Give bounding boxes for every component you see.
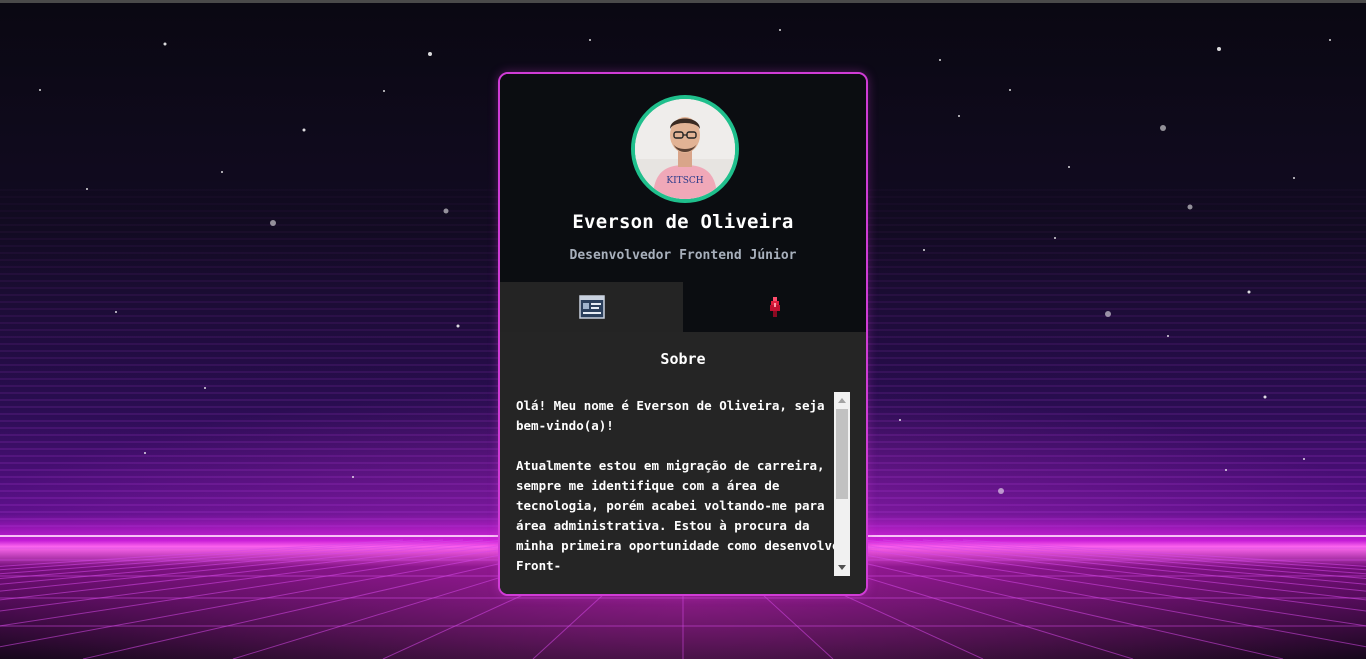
avatar: KITSCH [631,95,739,203]
about-text[interactable]: Olá! Meu nome é Everson de Oliveira, sej… [500,392,852,577]
browser-top-edge [0,0,1366,3]
tab-about[interactable] [500,282,683,332]
about-panel: Sobre Olá! Meu nome é Everson de Oliveir… [500,332,866,594]
caret-up-icon [838,398,846,403]
page: KITSCH Everson de Oliveira Desenvolvedor… [0,0,1366,659]
flame-icon [769,297,780,317]
profile-role: Desenvolvedor Frontend Júnior [569,248,797,263]
profile-tabs [500,282,866,332]
scroll-up-arrow[interactable] [834,392,850,408]
scroll-thumb[interactable] [836,409,848,499]
scrollbar[interactable] [834,392,850,576]
profile-card-icon [578,295,605,319]
profile-name: Everson de Oliveira [572,211,794,233]
tab-skills[interactable] [683,282,866,332]
scroll-down-arrow[interactable] [834,560,850,576]
profile-card: KITSCH Everson de Oliveira Desenvolvedor… [498,72,868,596]
section-title: Sobre [660,350,706,368]
avatar-photo: KITSCH [635,99,735,199]
avatar-shirt-text: KITSCH [666,176,703,186]
caret-down-icon [838,565,846,570]
profile-header: KITSCH Everson de Oliveira Desenvolvedor… [500,74,866,282]
